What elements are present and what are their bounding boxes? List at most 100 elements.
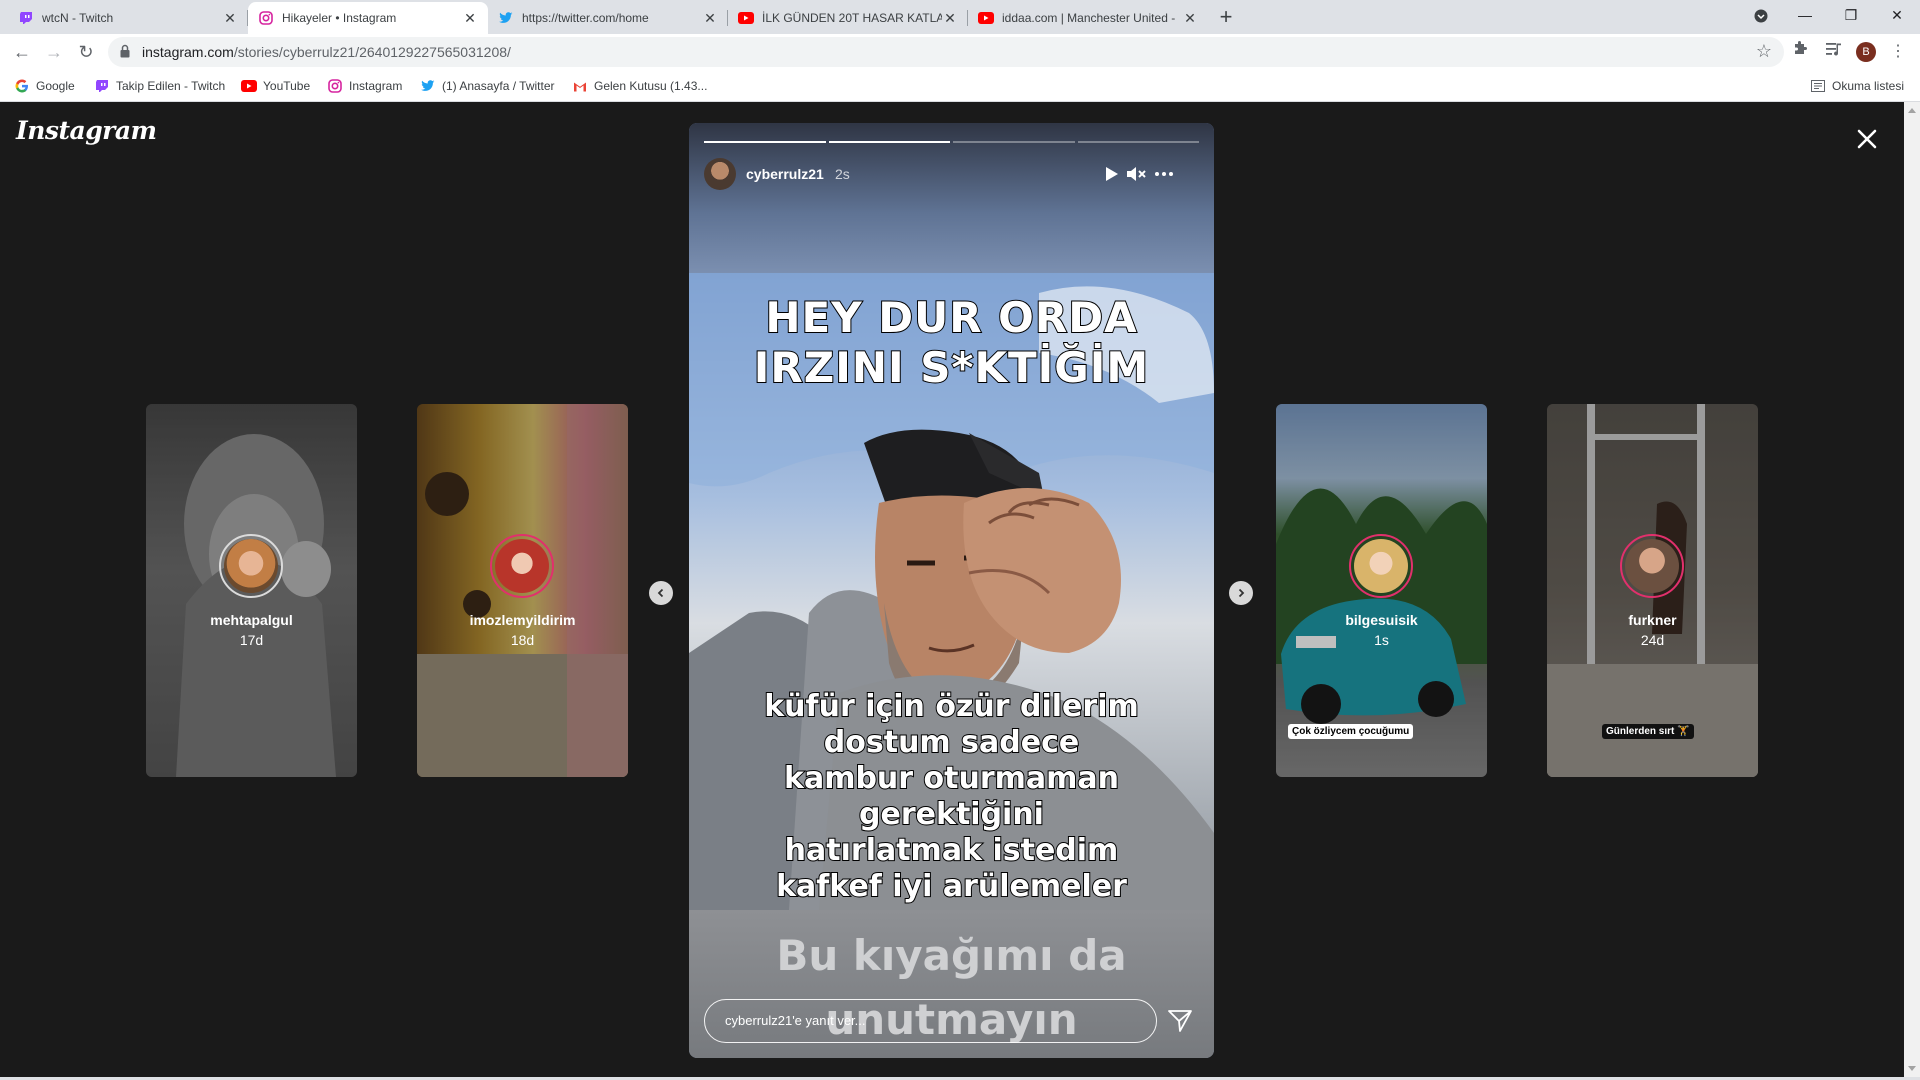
story-avatar-ring [1349, 534, 1413, 598]
instagram-logo[interactable]: Instagram [16, 116, 157, 145]
lock-icon[interactable] [120, 44, 130, 63]
meme-bottom-line: kafkef iyi arülemeler [775, 868, 1128, 905]
story-age: 17d [239, 632, 264, 648]
story-username: bilgesuisik [1345, 612, 1418, 628]
youtube-icon [738, 10, 754, 26]
bookmark-label: Takip Edilen - Twitch [116, 79, 226, 93]
tab-youtube-video[interactable]: İLK GÜNDEN 20T HASAR KATLAD ✕ [728, 2, 968, 34]
google-icon [14, 78, 30, 94]
meme-top-line: HEY DUR ORDA [764, 292, 1138, 343]
url-host: instagram.com [142, 44, 234, 60]
twitter-icon [498, 10, 514, 26]
bookmark-instagram[interactable]: Instagram [327, 70, 402, 102]
story-options-button[interactable] [1152, 162, 1176, 186]
youtube-icon [241, 78, 257, 94]
story-age: 18d [510, 632, 535, 648]
side-story-mehtapalgul[interactable]: mehtapalgul 17d [146, 404, 357, 777]
close-window-button[interactable]: ✕ [1874, 0, 1920, 30]
progress-fill [828, 141, 950, 143]
meme-top-text: HEY DUR ORDA IRZINI S*KTİĞİM [689, 292, 1214, 393]
bookmark-label: YouTube [263, 79, 311, 93]
instagram-icon [327, 78, 343, 94]
twitch-icon [94, 78, 110, 94]
browser-toolbar: ← → ↻ instagram.com/stories/cyberrulz21/… [0, 34, 1920, 70]
tab-close-icon[interactable]: ✕ [702, 10, 718, 26]
minimize-button[interactable]: — [1782, 0, 1828, 30]
reply-input[interactable]: cyberrulz21'e yanıt ver... [704, 999, 1157, 1043]
play-button[interactable] [1099, 162, 1123, 186]
chevron-left-icon [657, 588, 664, 598]
meme-bottom-line: hatırlatmak istedim [784, 832, 1120, 869]
bookmark-gmail[interactable]: Gelen Kutusu (1.43... [572, 70, 707, 102]
meme-bottom-line: gerektiğini [858, 796, 1045, 833]
tab-instagram[interactable]: Hikayeler • Instagram ✕ [248, 2, 488, 34]
instagram-icon [258, 10, 274, 26]
meme-bottom-text: küfür için özür dilerim dostum sadece ka… [689, 688, 1214, 905]
back-button[interactable]: ← [8, 38, 36, 66]
url-path: /stories/cyberrulz21/2640129227565031208… [233, 44, 511, 60]
story-caption: Günlerden sırt 🏋 [1602, 724, 1694, 739]
url-text[interactable]: instagram.com/stories/cyberrulz21/264012… [142, 37, 511, 67]
reading-list-label: Okuma listesi [1832, 79, 1905, 93]
story-username: mehtapalgul [210, 612, 293, 628]
bookmark-youtube[interactable]: YouTube [241, 70, 310, 102]
new-tab-button[interactable]: + [1213, 4, 1239, 30]
twitter-icon [420, 78, 436, 94]
chevron-right-icon [1238, 588, 1245, 598]
bookmark-google[interactable]: Google [14, 70, 75, 102]
extensions-puzzle-icon[interactable] [1788, 40, 1812, 64]
reading-list-button[interactable]: Okuma listesi [1810, 70, 1904, 102]
send-button[interactable] [1167, 1008, 1193, 1034]
restore-button[interactable]: ❐ [1828, 0, 1874, 30]
close-icon [1857, 129, 1877, 149]
story-username: furkner [1628, 612, 1677, 628]
story-timestamp: 2s [835, 166, 850, 182]
story-header: cyberrulz21 2s [704, 158, 1199, 190]
address-bar[interactable]: instagram.com/stories/cyberrulz21/264012… [108, 37, 1784, 67]
side-story-bilgesuisik[interactable]: bilgesuisik 1s Çok özliycem çocuğumu [1276, 404, 1487, 777]
avatar [495, 539, 549, 593]
menu-kebab-icon[interactable]: ⋮ [1886, 40, 1910, 64]
reload-button[interactable]: ↻ [72, 38, 100, 66]
current-story[interactable]: HEY DUR ORDA IRZINI S*KTİĞİM küfür için … [689, 123, 1214, 1058]
tab-close-icon[interactable]: ✕ [1182, 10, 1198, 26]
tab-close-icon[interactable]: ✕ [462, 10, 478, 26]
story-viewer: Instagram mehtapalgul 17d imozlemyildiri… [0, 102, 1904, 1077]
bookmark-twitter[interactable]: (1) Anasayfa / Twitter [420, 70, 555, 102]
progress-segment [828, 141, 950, 143]
bookmark-twitch[interactable]: Takip Edilen - Twitch [94, 70, 225, 102]
story-overlay-text: Bu kıyağımı da [776, 931, 1127, 980]
avatar [224, 539, 278, 593]
profile-avatar[interactable]: B [1856, 42, 1876, 62]
story-avatar-ring [219, 534, 283, 598]
browser-tab-strip: wtcN - Twitch ✕ Hikayeler • Instagram ✕ … [0, 0, 1920, 34]
side-story-furkner[interactable]: furkner 24d Günlerden sırt 🏋 [1547, 404, 1758, 777]
bookmark-star-icon[interactable]: ☆ [1756, 41, 1772, 62]
scroll-up-arrow-icon[interactable] [1908, 108, 1916, 113]
page-scrollbar[interactable] [1904, 102, 1920, 1077]
bookmark-label: Google [36, 79, 75, 93]
mute-button[interactable] [1124, 162, 1148, 186]
tab-title: Hikayeler • Instagram [282, 11, 397, 25]
scroll-down-arrow-icon[interactable] [1908, 1066, 1916, 1071]
meme-bottom-line: küfür için özür dilerim [763, 688, 1140, 725]
close-story-button[interactable] [1852, 124, 1882, 154]
previous-story-button[interactable] [649, 581, 673, 605]
media-control-icon[interactable] [1822, 40, 1846, 64]
progress-segment [953, 141, 1075, 143]
tab-twitter[interactable]: https://twitter.com/home ✕ [488, 2, 728, 34]
tab-iddaa[interactable]: iddaa.com | Manchester United - ✕ [968, 2, 1208, 34]
next-story-button[interactable] [1229, 581, 1253, 605]
tab-search-icon[interactable] [1738, 0, 1784, 30]
tab-close-icon[interactable]: ✕ [942, 10, 958, 26]
tab-twitch[interactable]: wtcN - Twitch ✕ [8, 2, 248, 34]
forward-button[interactable]: → [40, 38, 68, 66]
story-top-area [689, 123, 1214, 273]
play-icon [1106, 167, 1118, 181]
side-story-imozlemyildirim[interactable]: imozlemyildirim 18d [417, 404, 628, 777]
reading-list-icon [1810, 78, 1826, 94]
tab-close-icon[interactable]: ✕ [222, 10, 238, 26]
story-author-avatar[interactable] [704, 158, 736, 190]
story-author-username[interactable]: cyberrulz21 [746, 166, 824, 182]
progress-segment [1077, 141, 1199, 143]
